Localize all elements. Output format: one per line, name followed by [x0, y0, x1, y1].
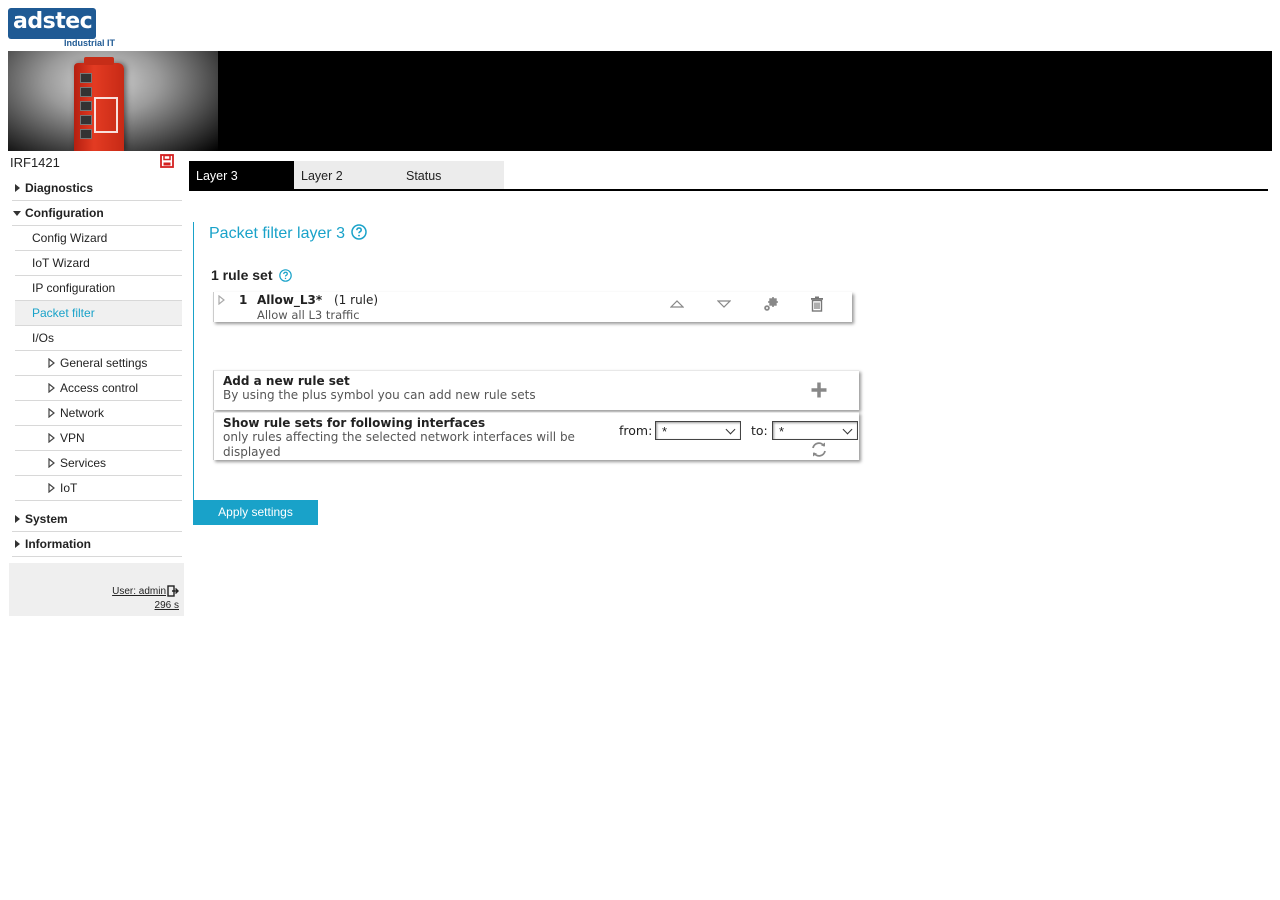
tab-status[interactable]: Status: [399, 161, 504, 189]
brand-logo: adstec Industrial IT: [8, 8, 124, 48]
sidebar-item-general-settings[interactable]: General settings: [15, 351, 182, 376]
tab-divider: [189, 189, 1268, 191]
apply-settings-button[interactable]: Apply settings: [193, 500, 318, 525]
sidebar-item-diagnostics[interactable]: Diagnostics: [12, 176, 182, 201]
sidebar-item-iot[interactable]: IoT: [15, 476, 182, 501]
tab-layer-3[interactable]: Layer 3: [189, 161, 294, 189]
sidebar-item-label: Packet filter: [32, 306, 95, 320]
filter-panel-subtitle: only rules affecting the selected networ…: [223, 430, 575, 459]
delete-icon[interactable]: [810, 296, 824, 312]
chevron-right-icon: [48, 483, 55, 493]
chevron-down-icon: [13, 211, 21, 216]
page-title-text: Packet filter layer 3: [209, 225, 346, 242]
sidebar-item-label: Information: [25, 537, 91, 551]
add-panel-title: Add a new rule set: [223, 374, 350, 388]
content-border: [193, 222, 194, 500]
add-rule-set-panel: Add a new rule set By using the plus sym…: [213, 370, 859, 410]
sidebar-item-configuration[interactable]: Configuration: [12, 201, 182, 226]
settings-icon[interactable]: [762, 296, 780, 312]
session-timer: 296 s: [154, 600, 179, 611]
chevron-right-icon: [48, 358, 55, 368]
sidebar-item-label: Config Wizard: [32, 231, 108, 245]
chevron-right-icon: [15, 540, 20, 548]
rule-set-row[interactable]: 1 Allow_L3* (1 rule) Allow all L3 traffi…: [213, 292, 852, 322]
logo-subtitle: Industrial IT: [64, 38, 116, 48]
sidebar-item-access-control[interactable]: Access control: [15, 376, 182, 401]
interface-filter-panel: Show rule sets for following interfaces …: [213, 412, 859, 460]
sidebar-item-label: Access control: [60, 381, 139, 395]
rule-count: (1 rule): [334, 293, 379, 307]
sidebar-item-label: IP configuration: [32, 281, 116, 295]
logout-icon[interactable]: [167, 585, 179, 597]
save-icon[interactable]: [160, 154, 174, 168]
chevron-right-icon: [48, 433, 55, 443]
sidebar-item-network[interactable]: Network: [15, 401, 182, 426]
sidebar-item-label: IoT Wizard: [32, 256, 90, 270]
sidebar-item-label: VPN: [60, 431, 85, 445]
chevron-down-icon: [725, 424, 736, 435]
to-interface-select[interactable]: *: [772, 421, 858, 440]
refresh-icon[interactable]: [810, 441, 828, 458]
sidebar-item-label: Diagnostics: [25, 181, 94, 195]
sidebar-item-ios[interactable]: I/Os: [15, 326, 182, 351]
help-icon[interactable]: [351, 224, 367, 240]
move-up-icon[interactable]: [670, 299, 684, 309]
rule-description: Allow all L3 traffic: [257, 308, 360, 322]
to-interface-value: *: [779, 424, 785, 439]
sidebar-item-vpn[interactable]: VPN: [15, 426, 182, 451]
sidebar-item-packet-filter[interactable]: Packet filter: [15, 301, 182, 326]
sidebar-item-ip-configuration[interactable]: IP configuration: [15, 276, 182, 301]
sidebar-item-label: I/Os: [32, 331, 55, 345]
ruleset-count: 1 rule set: [211, 267, 293, 283]
add-icon[interactable]: [810, 381, 828, 399]
sidebar-nav: Diagnostics Configuration Config Wizard …: [12, 176, 182, 557]
chevron-down-icon: [842, 424, 853, 435]
logo-box: adstec: [8, 8, 96, 39]
device-name: IRF1421: [10, 155, 60, 170]
chevron-right-icon: [48, 383, 55, 393]
user-link[interactable]: User: admin: [112, 586, 166, 597]
ruleset-count-text: 1 rule set: [211, 267, 273, 283]
rule-number: 1: [239, 293, 248, 307]
sidebar-item-label: Network: [60, 406, 105, 420]
sidebar-item-system[interactable]: System: [12, 507, 182, 532]
from-interface-value: *: [662, 424, 668, 439]
sidebar-item-label: IoT: [60, 481, 78, 495]
chevron-right-icon: [15, 515, 20, 523]
device-image: [74, 57, 124, 151]
sidebar-item-label: General settings: [60, 356, 148, 370]
chevron-right-icon: [15, 184, 20, 192]
sidebar-item-config-wizard[interactable]: Config Wizard: [15, 226, 182, 251]
user-session-box: User: admin 296 s: [9, 563, 184, 616]
expand-icon[interactable]: [218, 295, 226, 305]
rule-name: Allow_L3*: [257, 293, 323, 307]
sidebar-item-label: Services: [60, 456, 107, 470]
logo-text: adstec: [13, 9, 93, 34]
tab-layer-2[interactable]: Layer 2: [294, 161, 399, 189]
sidebar-item-label: System: [25, 512, 68, 526]
sidebar-item-label: Configuration: [25, 206, 104, 220]
chevron-right-icon: [48, 408, 55, 418]
add-panel-subtitle: By using the plus symbol you can add new…: [223, 388, 536, 402]
sidebar-item-information[interactable]: Information: [12, 532, 182, 557]
from-interface-select[interactable]: *: [655, 421, 741, 440]
header-banner: [8, 51, 1272, 151]
chevron-right-icon: [48, 458, 55, 468]
filter-panel-title: Show rule sets for following interfaces: [223, 416, 486, 430]
to-label: to:: [751, 423, 768, 438]
help-icon[interactable]: [279, 269, 293, 282]
move-down-icon[interactable]: [717, 299, 731, 309]
page-title: Packet filter layer 3: [209, 224, 367, 243]
from-label: from:: [619, 423, 653, 438]
sidebar-item-services[interactable]: Services: [15, 451, 182, 476]
sidebar-item-iot-wizard[interactable]: IoT Wizard: [15, 251, 182, 276]
